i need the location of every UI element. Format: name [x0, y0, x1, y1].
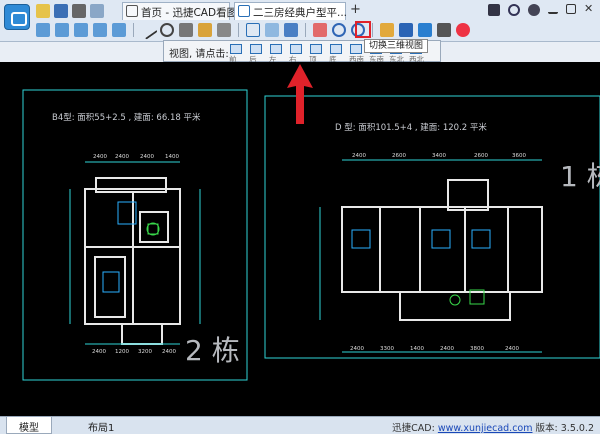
eraser-icon[interactable] — [313, 23, 327, 37]
dim-right-top-5: 3600 — [512, 153, 526, 159]
home-icon — [126, 5, 138, 17]
axis-icon[interactable] — [437, 23, 451, 37]
measure-icon[interactable] — [179, 23, 193, 37]
toolbar-divider — [133, 23, 134, 37]
zoom-icon[interactable] — [508, 4, 520, 16]
print-icon[interactable] — [72, 4, 86, 18]
toolbar-divider — [238, 23, 239, 37]
dim-left-bottom-4: 2400 — [162, 349, 176, 355]
version-label: 版本: 3.5.0.2 — [535, 423, 594, 434]
pencil-icon[interactable] — [198, 23, 212, 37]
dim-left-top-3: 2400 — [140, 154, 154, 160]
view-button-2[interactable] — [270, 44, 282, 54]
layers-icon[interactable] — [380, 23, 394, 37]
minimize-icon[interactable] — [548, 4, 558, 14]
plan-caption-right: D 型: 面积101.5+4 , 建面: 120.2 平米 — [335, 122, 487, 133]
dim-left-bottom-2: 1200 — [115, 349, 129, 355]
building-label-right: 1 栋 — [560, 160, 600, 193]
view-button-0[interactable] — [230, 44, 242, 54]
dim-right-bottom-4: 2400 — [440, 346, 454, 352]
view-3d-icon[interactable] — [399, 23, 413, 37]
tab-home[interactable]: 首页 - 迅捷CAD看图 — [122, 2, 237, 20]
quick-access-bar — [36, 3, 104, 19]
maximize-icon[interactable] — [566, 4, 576, 14]
dim-right-top-1: 2400 — [352, 153, 366, 159]
window-controls: ✕ — [488, 3, 594, 16]
annotation-arrow — [287, 64, 313, 124]
drawing-icon — [238, 5, 250, 17]
close-icon[interactable]: ✕ — [584, 3, 594, 14]
view-button-3[interactable] — [290, 44, 302, 54]
fullscreen-icon[interactable] — [488, 4, 500, 16]
dim-left-top-4: 1400 — [165, 154, 179, 160]
status-text: 迅捷CAD: www.xunjiecad.com 版本: 3.5.0.2 — [392, 420, 594, 434]
tab-layout1[interactable]: 布局1 — [76, 417, 126, 434]
dim-right-bottom-3: 1400 — [410, 346, 424, 352]
markup-icon[interactable] — [217, 23, 231, 37]
tab-drawing[interactable]: 二三房经典户型平... — [234, 2, 348, 20]
line-icon[interactable] — [138, 20, 158, 40]
zoom-extents-icon[interactable] — [93, 23, 107, 37]
zoom-out-icon[interactable] — [55, 23, 69, 37]
status-prefix: 迅捷CAD: — [392, 423, 435, 434]
open-file-icon[interactable] — [36, 4, 50, 18]
circle-icon[interactable] — [160, 23, 174, 37]
floor-plan-right — [341, 179, 543, 321]
tab-home-label: 首页 - 迅捷CAD看图 — [141, 7, 238, 19]
print-preview-icon[interactable] — [90, 4, 104, 18]
tooltip: 切换三维视图 — [364, 39, 429, 53]
dim-left-bottom-1: 2400 — [92, 349, 106, 355]
save-icon[interactable] — [54, 4, 68, 18]
dim-left-top-2: 2400 — [115, 154, 129, 160]
dim-right-bottom-6: 2400 — [505, 346, 519, 352]
dim-left-bottom-3: 3200 — [138, 349, 152, 355]
plan-frame-right — [264, 95, 600, 359]
view-button-1[interactable] — [250, 44, 262, 54]
toolbar-area: 首页 - 迅捷CAD看图 二三房经典户型平... + ✕ — [0, 0, 600, 42]
website-link[interactable]: www.xunjiecad.com — [438, 423, 533, 434]
gear-icon[interactable] — [528, 4, 540, 16]
layout-icon[interactable] — [246, 23, 260, 37]
view-button-5[interactable] — [330, 44, 342, 54]
dim-right-top-3: 3400 — [432, 153, 446, 159]
view-button-4[interactable] — [310, 44, 322, 54]
dim-right-bottom-5: 3800 — [470, 346, 484, 352]
drawing-toolbar — [36, 20, 470, 40]
tab-drawing-label: 二三房经典户型平... — [253, 7, 348, 19]
cube-icon[interactable] — [418, 23, 432, 37]
status-bar: 模型 布局1 迅捷CAD: www.xunjiecad.com 版本: 3.5.… — [0, 416, 600, 434]
toolbar-divider — [372, 23, 373, 37]
dim-right-bottom-1: 2400 — [350, 346, 364, 352]
new-tab-button[interactable]: + — [350, 2, 361, 17]
building-label-left: 2 栋 — [185, 334, 240, 367]
color-wheel-icon[interactable] — [456, 23, 470, 37]
view-button-6[interactable] — [350, 44, 362, 54]
highlight-3d-view-button — [355, 21, 371, 38]
tab-model[interactable]: 模型 — [6, 417, 52, 434]
dim-right-top-4: 2600 — [474, 153, 488, 159]
dim-right-top-2: 2600 — [392, 153, 406, 159]
image-icon[interactable] — [265, 23, 279, 37]
zoom-window-icon[interactable] — [74, 23, 88, 37]
pan-icon[interactable] — [112, 23, 126, 37]
app-logo[interactable] — [4, 4, 30, 30]
dim-right-bottom-2: 3300 — [380, 346, 394, 352]
dim-left-top-1: 2400 — [93, 154, 107, 160]
zoom-in-icon[interactable] — [36, 23, 50, 37]
floor-plan-left — [84, 177, 181, 345]
plan-caption-left: B4型: 面积55+2.5 , 建面: 66.18 平米 — [52, 112, 201, 123]
undo-icon[interactable] — [332, 23, 346, 37]
view-prompt: 视图, 请点击: — [169, 49, 229, 60]
text-icon[interactable] — [284, 23, 298, 37]
cad-canvas[interactable]: B4型: 面积55+2.5 , 建面: 66.18 平米 D 型: 面积101.… — [0, 62, 600, 416]
toolbar-divider — [305, 23, 306, 37]
